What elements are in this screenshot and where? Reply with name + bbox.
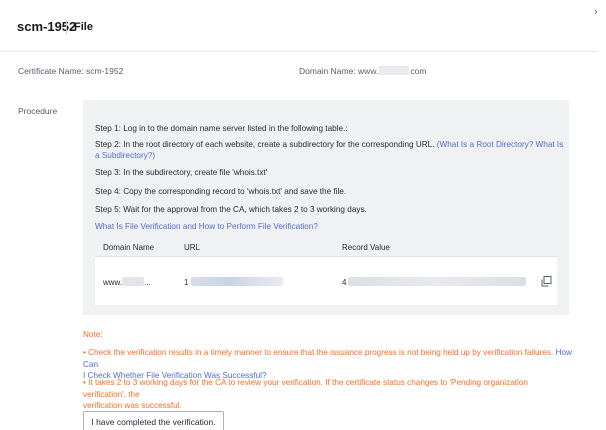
title-divider <box>66 20 67 34</box>
step-1: Step 1: Log in to the domain name server… <box>95 124 348 133</box>
note-label: Note: <box>83 330 103 339</box>
column-header-url: URL <box>184 243 201 252</box>
file-verification-help-link[interactable]: What Is File Verification and How to Per… <box>95 221 318 232</box>
page-subtitle: File <box>74 21 93 33</box>
dialog-header: scm-1952 File <box>0 0 597 52</box>
masked-text <box>122 277 145 286</box>
note-item-2-line1: • It takes 2 to 3 working days for the C… <box>83 378 528 399</box>
step-2: Step 2: In the root directory of each we… <box>95 139 565 161</box>
table-header: Domain Name URL Record Value <box>95 238 557 257</box>
certificate-name: Certificate Name: scm-1952 <box>18 66 124 76</box>
step-4: Step 4: Copy the corresponding record to… <box>95 187 347 196</box>
domain-name-suffix: com <box>410 66 427 76</box>
column-header-domain: Domain Name <box>103 243 155 252</box>
chevron-right-icon[interactable]: › <box>594 6 604 18</box>
cell-domain-prefix: www. <box>103 278 123 287</box>
cell-domain: www.... <box>103 277 151 287</box>
page-title: scm-1952 <box>17 19 77 34</box>
cell-url-prefix: 1 <box>184 278 189 287</box>
masked-text <box>348 277 527 286</box>
record-table: Domain Name URL Record Value www.... 1 4 <box>95 238 557 305</box>
step-5: Step 5: Wait for the approval from the C… <box>95 205 367 214</box>
cell-url: 1 <box>184 277 284 287</box>
note-item-1-text: • Check the verification results in a ti… <box>83 348 554 357</box>
domain-name: Domain Name: www. com <box>299 66 426 76</box>
domain-name-prefix: Domain Name: www. <box>299 66 379 76</box>
note-item-2-line2: verification was successful. <box>83 401 182 410</box>
cell-domain-suffix: ... <box>144 278 151 287</box>
step-2-text: Step 2: In the root directory of each we… <box>95 140 435 149</box>
subdirectory-link-part2[interactable]: Subdirectory?) <box>102 151 155 160</box>
root-directory-link[interactable]: (What Is a Root Directory? <box>437 140 533 149</box>
masked-text <box>191 277 284 286</box>
note-item-2: • It takes 2 to 3 working days for the C… <box>83 377 573 412</box>
column-header-record: Record Value <box>342 243 390 252</box>
masked-text <box>379 66 410 75</box>
copy-icon[interactable] <box>541 274 552 287</box>
step-3: Step 3: In the subdirectory, create file… <box>95 168 268 177</box>
completed-verification-button[interactable]: I have completed the verification. <box>83 411 224 430</box>
cell-record-prefix: 4 <box>342 278 347 287</box>
procedure-label: Procedure <box>18 106 58 116</box>
cell-record: 4 <box>342 277 527 287</box>
procedure-panel: Step 1: Log in to the domain name server… <box>83 100 569 315</box>
